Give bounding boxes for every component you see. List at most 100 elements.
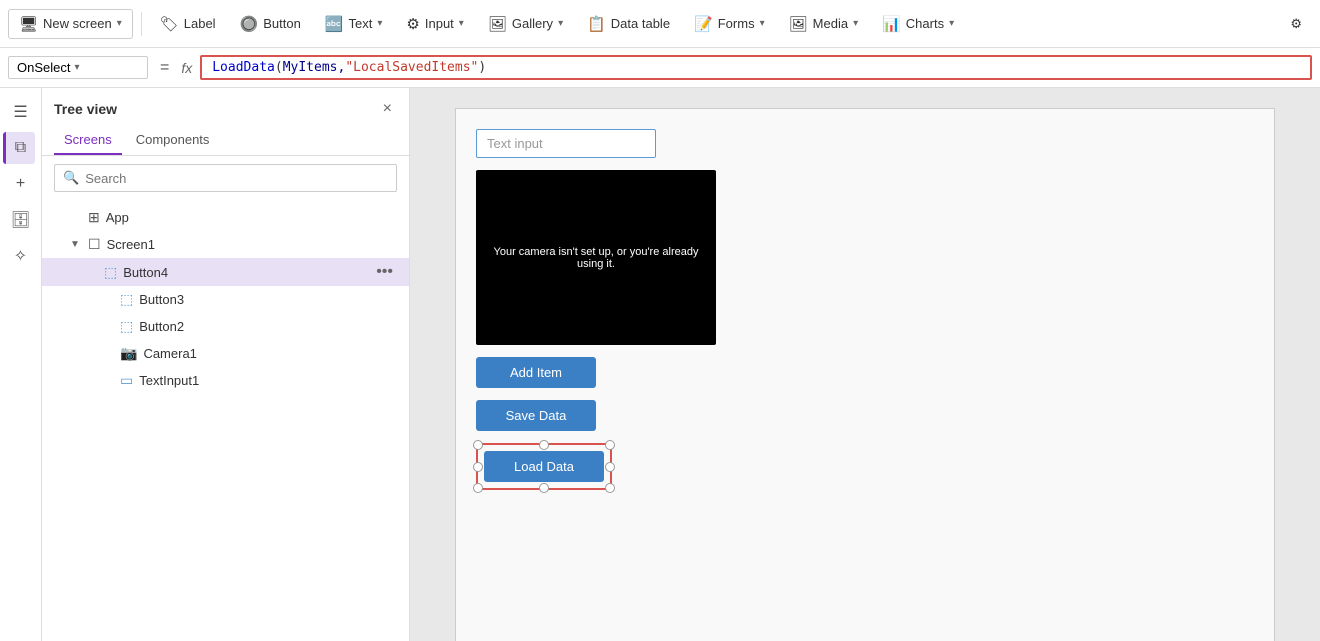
- formula-input[interactable]: LoadData ( MyItems, "LocalSavedItems" ): [200, 55, 1312, 80]
- tree-item-screen1[interactable]: ▼ ☐ Screen1: [42, 231, 409, 258]
- gallery-icon: 🖼: [488, 15, 507, 33]
- data-button[interactable]: 🗄: [5, 204, 37, 236]
- button-icon: 🔘: [240, 15, 259, 33]
- formula-equals: =: [156, 59, 173, 77]
- handle-mr[interactable]: [605, 462, 615, 472]
- tree-header: Tree view ×: [42, 88, 409, 126]
- tree-item-button4[interactable]: ⬚ Button4 •••: [42, 258, 409, 286]
- button3-label: Button3: [139, 292, 397, 307]
- tree-item-button2[interactable]: ⬚ Button2: [42, 313, 409, 340]
- main-area: ☰ ⧉ + 🗄 ✧ Tree view × Screens Components: [0, 88, 1320, 641]
- charts-chevron: ▾: [949, 18, 954, 29]
- app-icon: ⊞: [88, 209, 100, 226]
- variables-button[interactable]: ✧: [5, 240, 37, 272]
- label-label: Label: [184, 16, 216, 31]
- property-selector-value: OnSelect: [17, 60, 70, 75]
- media-chevron: ▾: [853, 18, 858, 29]
- label-button[interactable]: 🏷 Label: [150, 10, 226, 38]
- tree-item-camera1[interactable]: 📷 Camera1: [42, 340, 409, 367]
- text-label: Text: [349, 16, 373, 31]
- handle-br[interactable]: [605, 483, 615, 493]
- forms-button[interactable]: 📝 Forms ▾: [684, 10, 775, 38]
- toolbar: 🖥 New screen ▾ 🏷 Label 🔘 Button 🔤 Text ▾…: [0, 0, 1320, 48]
- forms-chevron: ▾: [760, 18, 765, 29]
- input-label: Input: [425, 16, 454, 31]
- camera1-label: Camera1: [143, 346, 397, 361]
- new-screen-label: New screen: [43, 16, 112, 31]
- load-data-button[interactable]: Load Data: [484, 451, 604, 482]
- button4-more-button[interactable]: •••: [372, 263, 397, 281]
- tree-items: ⊞ App ▼ ☐ Screen1 ⬚ Button4 •••: [42, 200, 409, 641]
- tab-screens[interactable]: Screens: [54, 126, 122, 155]
- new-screen-icon: 🖥: [19, 15, 38, 33]
- handle-bl[interactable]: [473, 483, 483, 493]
- toolbar-sep-1: [141, 12, 142, 36]
- add-button[interactable]: +: [5, 168, 37, 200]
- input-button[interactable]: ⚙ Input ▾: [396, 10, 473, 38]
- handle-tm[interactable]: [539, 440, 549, 450]
- formula-keyword: LoadData: [212, 60, 275, 75]
- new-screen-button[interactable]: 🖥 New screen ▾: [8, 9, 133, 39]
- formula-var: MyItems,: [283, 60, 346, 75]
- layers-icon: ⧉: [15, 139, 26, 157]
- formula-paren-close: ): [478, 60, 486, 75]
- handle-ml[interactable]: [473, 462, 483, 472]
- charts-label: Charts: [906, 16, 944, 31]
- handle-tr[interactable]: [605, 440, 615, 450]
- load-data-container: Load Data: [476, 443, 612, 490]
- sidebar-icons: ☰ ⧉ + 🗄 ✧: [0, 88, 42, 641]
- charts-button[interactable]: 📊 Charts ▾: [872, 10, 964, 38]
- search-icon: 🔍: [63, 170, 79, 186]
- forms-icon: 📝: [694, 15, 713, 33]
- handle-tl[interactable]: [473, 440, 483, 450]
- tree-item-button3[interactable]: ⬚ Button3: [42, 286, 409, 313]
- charts-icon: 📊: [882, 15, 901, 33]
- save-data-button[interactable]: Save Data: [476, 400, 596, 431]
- camera-message: Your camera isn't set up, or you're alre…: [476, 236, 716, 280]
- formula-bar: OnSelect ▾ = fx LoadData ( MyItems, "Loc…: [0, 48, 1320, 88]
- input-chevron: ▾: [459, 18, 464, 29]
- tree-close-button[interactable]: ×: [378, 98, 397, 120]
- text-input-canvas[interactable]: Text input: [476, 129, 656, 158]
- property-selector[interactable]: OnSelect ▾: [8, 56, 148, 79]
- add-item-button[interactable]: Add Item: [476, 357, 596, 388]
- data-table-icon: 📋: [587, 15, 606, 33]
- screen1-icon: ☐: [88, 236, 101, 253]
- canvas-frame: Text input Your camera isn't set up, or …: [455, 108, 1275, 641]
- label-icon: 🏷: [160, 15, 179, 33]
- search-input[interactable]: [85, 171, 388, 186]
- hamburger-icon: ☰: [13, 102, 27, 122]
- media-button[interactable]: 🖼 Media ▾: [779, 10, 869, 38]
- camera1-icon: 📷: [120, 345, 137, 362]
- canvas-area: Text input Your camera isn't set up, or …: [410, 88, 1320, 641]
- tree-item-app[interactable]: ⊞ App: [42, 204, 409, 231]
- media-icon: 🖼: [789, 15, 808, 33]
- property-selector-chevron: ▾: [74, 62, 79, 73]
- tree-title: Tree view: [54, 101, 117, 117]
- button3-icon: ⬚: [120, 291, 133, 308]
- text-button[interactable]: 🔤 Text ▾: [315, 10, 393, 38]
- tab-components[interactable]: Components: [126, 126, 220, 155]
- data-icon: 🗄: [10, 210, 30, 230]
- formula-paren-open: (: [275, 60, 283, 75]
- text-icon: 🔤: [325, 15, 344, 33]
- settings-button[interactable]: ⚙: [1280, 11, 1312, 37]
- handle-bm[interactable]: [539, 483, 549, 493]
- gallery-chevron: ▾: [558, 18, 563, 29]
- textinput1-label: TextInput1: [139, 373, 397, 388]
- textinput1-icon: ▭: [120, 372, 133, 389]
- toolbar-right: ⚙: [1280, 11, 1312, 37]
- button2-label: Button2: [139, 319, 397, 334]
- tree-panel: Tree view × Screens Components 🔍 ⊞ App: [42, 88, 409, 641]
- gallery-button[interactable]: 🖼 Gallery ▾: [478, 10, 573, 38]
- text-chevron: ▾: [377, 18, 382, 29]
- button-button[interactable]: 🔘 Button: [230, 10, 311, 38]
- data-table-button[interactable]: 📋 Data table: [577, 10, 680, 38]
- layers-button[interactable]: ⧉: [3, 132, 35, 164]
- tree-search-container: 🔍: [54, 164, 397, 192]
- button4-label: Button4: [123, 265, 366, 280]
- formula-fx-button[interactable]: fx: [181, 60, 192, 76]
- tree-item-textinput1[interactable]: ▭ TextInput1: [42, 367, 409, 394]
- hamburger-menu-button[interactable]: ☰: [5, 96, 37, 128]
- input-icon: ⚙: [406, 15, 419, 33]
